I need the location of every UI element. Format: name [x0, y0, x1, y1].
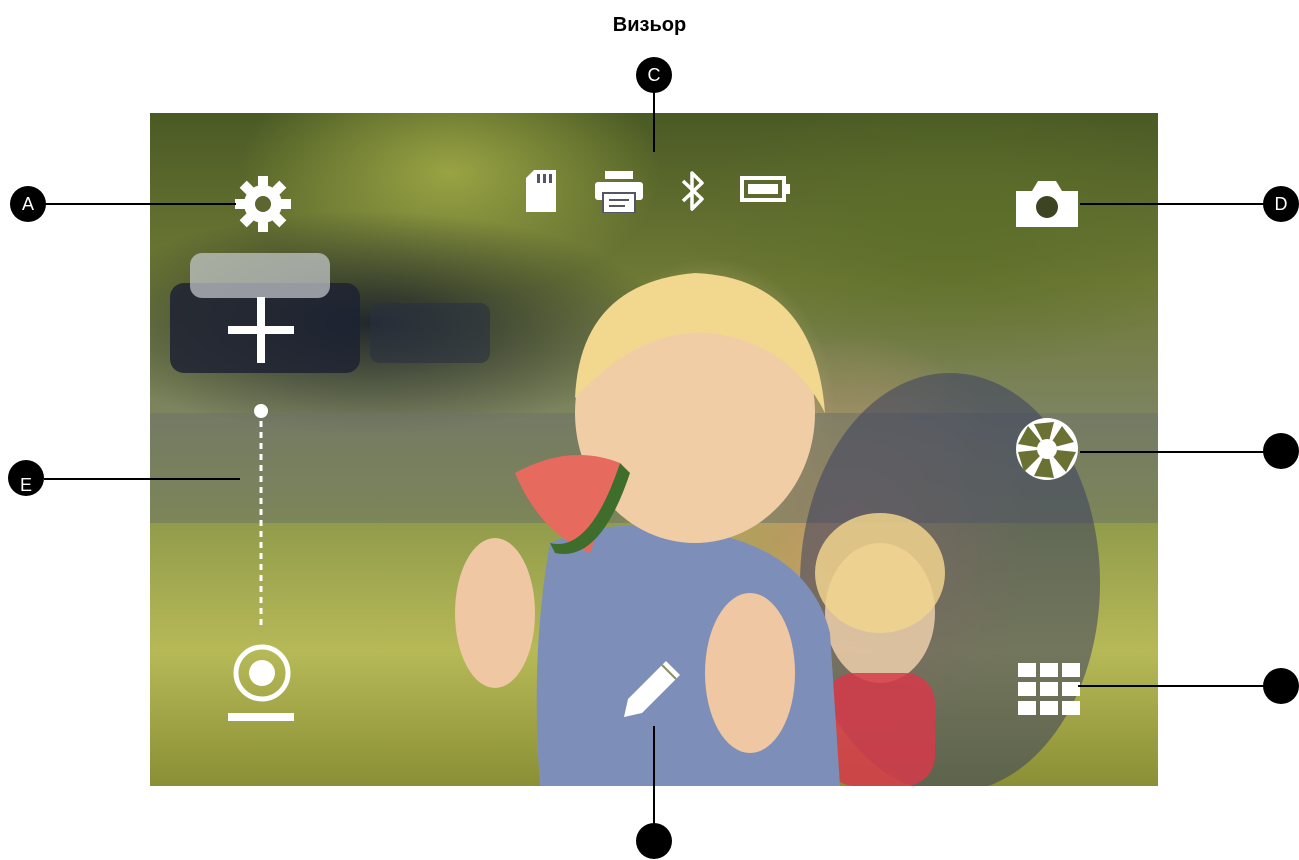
callout-line-edit: [653, 726, 655, 824]
sd-card-icon: [524, 168, 558, 219]
callout-line-a: [44, 203, 236, 205]
callout-line-d: [1080, 203, 1266, 205]
battery-icon: [740, 176, 792, 207]
callout-c: C: [636, 57, 672, 93]
aperture-icon[interactable]: [1014, 416, 1080, 487]
page-title: Визьор: [612, 14, 687, 36]
viewfinder[interactable]: [150, 113, 1158, 786]
callout-shutter: [1263, 433, 1299, 469]
callout-e: E: [8, 460, 44, 496]
callout-a: A: [10, 186, 46, 222]
callout-line-c: [653, 92, 655, 152]
grid-icon[interactable]: [1018, 663, 1080, 720]
zoom-slider[interactable]: [250, 403, 272, 638]
callout-line-shutter: [1080, 451, 1266, 453]
callout-edit: [636, 823, 672, 859]
callout-line-e: [44, 478, 240, 480]
callout-line-grid: [1078, 685, 1266, 687]
printer-icon: [595, 171, 643, 218]
camera-icon[interactable]: [1014, 179, 1080, 234]
plus-icon[interactable]: [228, 297, 294, 368]
pencil-icon[interactable]: [622, 657, 684, 724]
gear-icon[interactable]: [230, 171, 296, 242]
callout-grid: [1263, 668, 1299, 704]
minus-icon[interactable]: [228, 710, 294, 728]
bluetooth-icon: [678, 168, 708, 219]
callout-d: D: [1263, 186, 1299, 222]
zoom-handle[interactable]: [230, 641, 294, 710]
